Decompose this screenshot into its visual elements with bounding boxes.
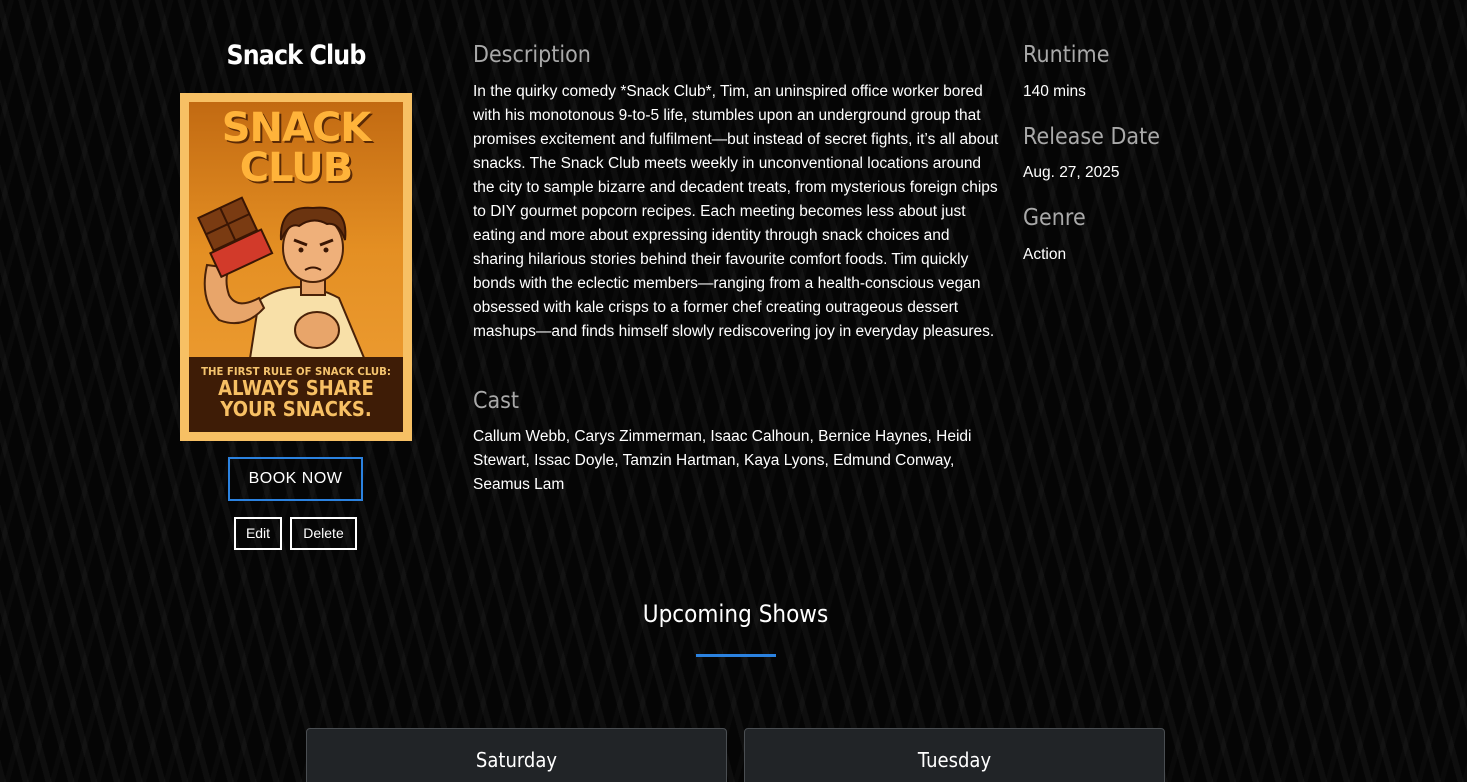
show-day: Saturday (475, 748, 558, 772)
genre-heading: Genre (1023, 205, 1086, 231)
cast-heading: Cast (473, 388, 520, 414)
release-date-heading: Release Date (1023, 124, 1160, 150)
poster-headline-line1: SNACK (221, 105, 372, 151)
poster-tagline-line2: ALWAYS SHARE (218, 376, 374, 400)
book-now-button[interactable]: BOOK NOW (228, 457, 363, 501)
show-card[interactable]: Saturday (306, 728, 727, 782)
upcoming-shows-heading: Upcoming Shows (642, 600, 829, 628)
runtime-value: 140 mins (1023, 83, 1086, 100)
movie-poster: SNACK CLUB THE FIRST RULE OF SNACK CLUB:… (180, 93, 412, 441)
movie-title: Snack Club (226, 40, 367, 71)
poster-headline: SNACK CLUB (189, 108, 403, 188)
edit-button[interactable]: Edit (234, 517, 282, 550)
delete-button[interactable]: Delete (290, 517, 357, 550)
runtime-heading: Runtime (1023, 42, 1110, 68)
heading-underline (696, 654, 776, 657)
show-day: Tuesday (917, 748, 992, 772)
poster-artwork: SNACK CLUB THE FIRST RULE OF SNACK CLUB:… (189, 102, 403, 432)
poster-character-illustration (197, 196, 369, 365)
release-date-value: Aug. 27, 2025 (1023, 164, 1120, 181)
description-text: In the quirky comedy *Snack Club*, Tim, … (473, 83, 999, 340)
cast-text: Callum Webb, Carys Zimmerman, Isaac Calh… (473, 428, 972, 493)
show-card[interactable]: Tuesday (744, 728, 1165, 782)
poster-tagline-line3: YOUR SNACKS. (220, 397, 372, 421)
description-heading: Description (473, 42, 591, 68)
poster-tagline: THE FIRST RULE OF SNACK CLUB: ALWAYS SHA… (189, 357, 403, 432)
genre-value: Action (1023, 246, 1067, 263)
